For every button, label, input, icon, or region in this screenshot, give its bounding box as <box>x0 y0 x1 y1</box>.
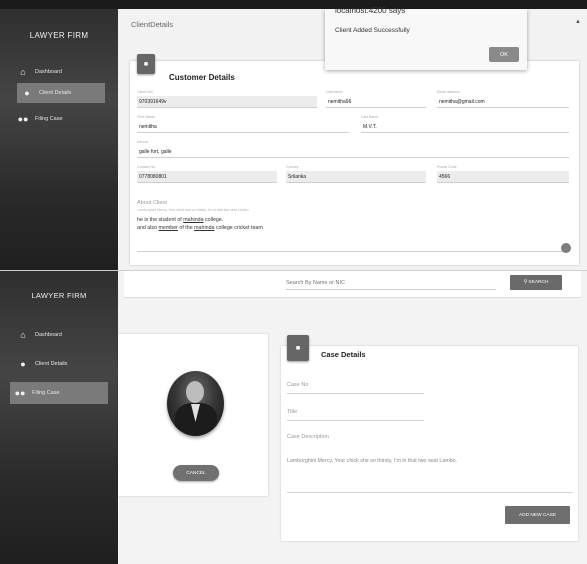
country-field[interactable]: Country Srilanka <box>286 165 426 183</box>
alert-dialog: localhost:4200 says Client Added Success… <box>325 6 527 70</box>
user-icon: ● <box>20 359 26 369</box>
address-field[interactable]: Adress galle fort, galle <box>137 140 569 158</box>
case-description-label: Case Description <box>287 434 329 440</box>
dialog-message: Client Added Successfully <box>335 27 410 34</box>
home-icon: ⌂ <box>20 330 26 340</box>
person-icon: ■ <box>137 54 155 74</box>
sidebar: LAWYER FIRM ⌂ Dashboard ● Client Details… <box>0 271 118 564</box>
sidebar-item-label: Dashboard <box>35 332 62 338</box>
browser-title-bar <box>0 0 587 9</box>
sidebar: LAWYER FIRM ⌂ Dashboard ● Client Details… <box>0 9 118 271</box>
case-title-input[interactable]: Title <box>287 409 424 421</box>
dialog-title: localhost:4200 says <box>335 6 406 15</box>
cancel-button[interactable]: CANCEL <box>173 465 219 481</box>
screenshot-composite: LAWYER FIRM ⌂ Dashboard ● Client Details… <box>0 0 587 564</box>
customer-details-card: ■ Customer Details Client NIC 970391649v… <box>130 54 579 265</box>
case-no-input[interactable]: Case No <box>287 382 424 394</box>
sidebar-item-label: Client Details <box>35 361 68 367</box>
about-client-underline <box>137 251 569 252</box>
brand-title: LAWYER FIRM <box>29 31 89 40</box>
sidebar-item-label: Filing Case <box>32 390 60 396</box>
sidebar-item-dashboard[interactable]: ⌂ Dashboard <box>17 325 105 345</box>
dialog-ok-button[interactable]: OK <box>489 47 519 62</box>
case-description-input[interactable]: Lamborghini Mercy, Your chick she so thi… <box>287 458 457 464</box>
sidebar-item-client-details[interactable]: ● Client Details <box>17 354 105 374</box>
sidebar-item-filing-case[interactable]: ●● Filing Case <box>17 109 105 129</box>
postal-code-field[interactable]: Postal Code 4566 <box>437 165 569 183</box>
caret-up-icon[interactable]: ▲ <box>575 19 581 25</box>
main-content: ClientDetails ▲ ■ Customer Details Clien… <box>118 6 587 271</box>
search-panel: ⚲ SEARCH <box>124 271 581 298</box>
brand-title: LAWYER FIRM <box>31 291 87 300</box>
card-title: Case Details <box>321 350 366 359</box>
contact-field[interactable]: Contact No 0778080801 <box>137 165 277 183</box>
about-client-line-1[interactable]: he is the student of mahinda college. <box>137 217 223 223</box>
sidebar-item-label: Dashboard <box>35 69 62 75</box>
search-input[interactable] <box>286 276 496 290</box>
case-details-card: ■ Case Details Case No Title Case Descri… <box>281 335 578 541</box>
client-details-screen: LAWYER FIRM ⌂ Dashboard ● Client Details… <box>0 6 587 271</box>
users-icon: ●● <box>14 388 26 398</box>
about-client-hint: Lamborghini Mercy, Your chick she so thi… <box>137 208 250 212</box>
card-title: Customer Details <box>169 73 235 82</box>
main-content: ⚲ SEARCH CANCEL ■ Case Details Case No T… <box>118 271 587 564</box>
client-nic-field[interactable]: Client NIC 970391649v <box>137 90 317 108</box>
sidebar-item-label: Client Details <box>39 90 72 96</box>
sidebar-item-client-details[interactable]: ● Client Details <box>17 83 105 103</box>
add-new-case-button[interactable]: ADD NEW CASE <box>505 506 570 524</box>
help-icon[interactable] <box>561 243 571 253</box>
sidebar-item-filing-case[interactable]: ●● Filing Case <box>10 382 108 404</box>
search-button[interactable]: ⚲ SEARCH <box>510 275 562 290</box>
sidebar-item-label: Filing Case <box>35 116 63 122</box>
page-title: ClientDetails <box>131 20 174 29</box>
username-field[interactable]: Username nemitha96 <box>326 90 426 108</box>
about-client-label: About Client <box>137 200 167 206</box>
home-icon: ⌂ <box>20 67 26 77</box>
user-icon: ● <box>24 88 30 98</box>
sidebar-item-dashboard[interactable]: ⌂ Dashboard <box>17 62 105 82</box>
about-client-line-2[interactable]: and also member of the mahinda college c… <box>137 225 263 231</box>
case-description-underline <box>287 492 573 493</box>
person-icon: ■ <box>287 335 309 361</box>
client-photo-card: CANCEL <box>118 334 268 496</box>
email-field[interactable]: Email address nemitha@gmail.com <box>437 90 569 108</box>
filing-case-screen: LAWYER FIRM ⌂ Dashboard ● Client Details… <box>0 271 587 564</box>
last-name-field[interactable]: Last Name M.V.T. <box>361 115 569 133</box>
first-name-field[interactable]: First Name nemitha <box>137 115 349 133</box>
avatar <box>167 371 224 436</box>
users-icon: ●● <box>17 114 29 124</box>
